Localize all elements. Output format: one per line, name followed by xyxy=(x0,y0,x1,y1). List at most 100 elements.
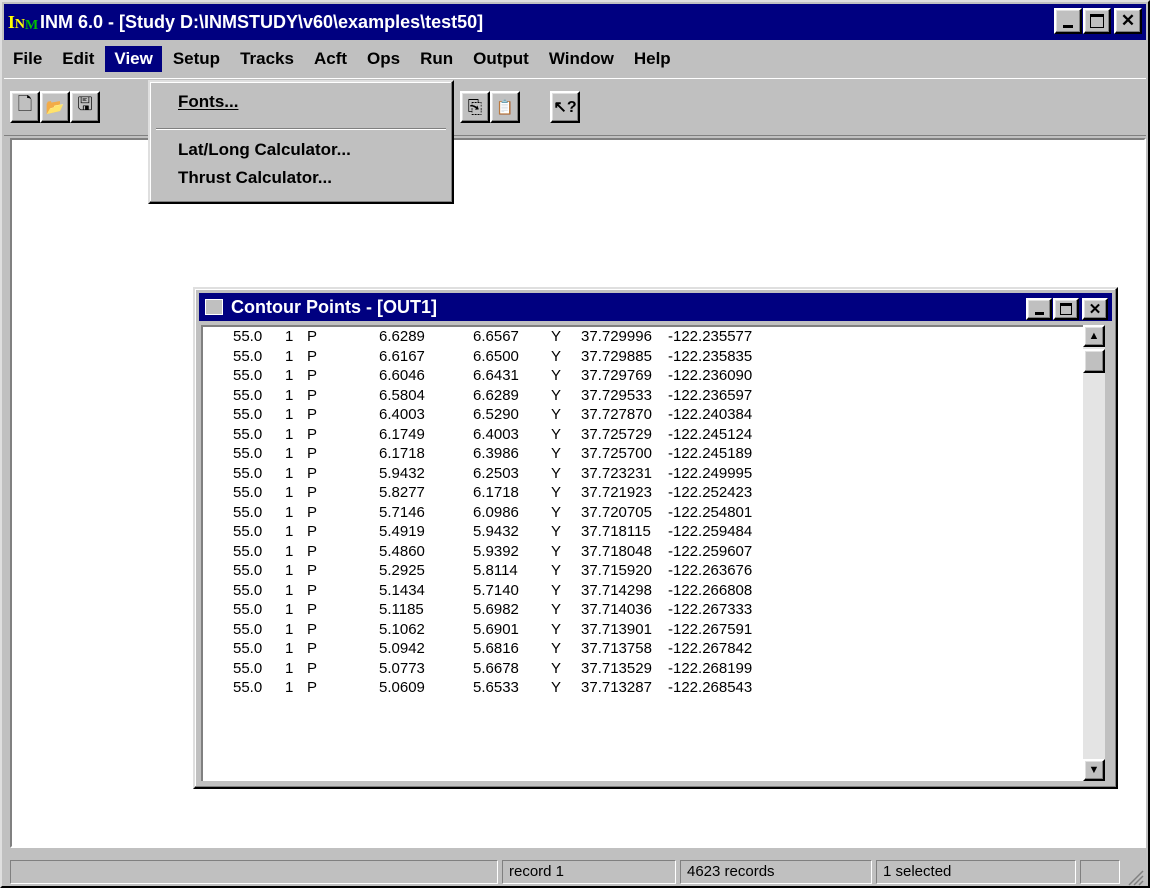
menu-file[interactable]: File xyxy=(4,46,51,72)
table-row[interactable]: 55.0 1 P 5.2925 5.8114 Y 37.715920 -122.263676 xyxy=(203,561,1083,581)
table-row[interactable]: 55.0 1 P 6.6289 6.6567 Y 37.729996 -122.235577 xyxy=(203,327,1083,347)
table-cell: 1 xyxy=(285,425,294,443)
table-row[interactable]: 55.0 1 P 5.0609 5.6533 Y 37.713287 -122.268543 xyxy=(203,678,1083,698)
open-button[interactable]: 📂 xyxy=(40,91,70,123)
vertical-scrollbar[interactable]: ▲ ▼ xyxy=(1083,325,1105,781)
table-row[interactable]: 55.0 1 P 5.1434 5.7140 Y 37.714298 -122.266808 xyxy=(203,581,1083,601)
menu-acft[interactable]: Acft xyxy=(305,46,356,72)
contour-points-window: Contour Points - [OUT1] ✕ 55.0 1 P 6.6289 6.… xyxy=(193,287,1118,789)
table-cell: 5.6982 xyxy=(473,601,519,618)
table-row[interactable]: 55.0 1 P 6.6167 6.6500 Y 37.729885 -122.235835 xyxy=(203,347,1083,367)
table-cell: Y xyxy=(551,542,562,560)
document-window-icon[interactable] xyxy=(205,299,223,315)
paste-button[interactable]: 📋 xyxy=(490,91,520,123)
status-bar: record 1 4623 records 1 selected xyxy=(4,854,1146,888)
table-cell: Y xyxy=(551,679,562,696)
status-record-text: record 1 xyxy=(509,863,565,880)
table-row[interactable]: 55.0 1 P 5.0942 5.6816 Y 37.713758 -122.267842 xyxy=(203,639,1083,659)
menu-help[interactable]: Help xyxy=(625,46,680,72)
table-cell: P xyxy=(307,328,318,345)
table-cell: 55.0 xyxy=(233,484,263,501)
title-bar[interactable]: INM INM 6.0 - [Study D:\INMSTUDY\v60\exa… xyxy=(4,4,1146,40)
menu-item-thrust-calculator[interactable]: Thrust Calculator... xyxy=(178,168,332,188)
copy-button[interactable]: ⎘ xyxy=(460,91,490,123)
maximize-button[interactable] xyxy=(1083,8,1111,34)
menu-item-latlong-calculator[interactable]: Lat/Long Calculator... xyxy=(178,140,351,160)
table-cell: 5.0609 xyxy=(379,679,425,696)
save-button[interactable]: 🖫 xyxy=(70,91,100,123)
table-row[interactable]: 55.0 1 P 6.1749 6.4003 Y 37.725729 -122.245124 xyxy=(203,425,1083,445)
contour-window-title-bar[interactable]: Contour Points - [OUT1] ✕ xyxy=(199,293,1112,321)
table-cell: 37.729885 xyxy=(581,347,652,365)
table-cell: 6.6567 xyxy=(473,328,519,345)
table-row[interactable]: 55.0 1 P 6.6046 6.6431 Y 37.729769 -122.236090 xyxy=(203,366,1083,386)
table-cell: 6.2503 xyxy=(473,464,519,482)
scroll-thumb[interactable] xyxy=(1083,349,1105,373)
table-row[interactable]: 55.0 1 P 5.4919 5.9432 Y 37.718115 -122.259484 xyxy=(203,522,1083,542)
table-cell: -122.235835 xyxy=(668,347,753,365)
menu-setup[interactable]: Setup xyxy=(164,46,229,72)
table-row[interactable]: 55.0 1 P 5.0773 5.6678 Y 37.713529 -122.268199 xyxy=(203,659,1083,679)
table-cell: 6.1718 xyxy=(473,484,519,501)
table-cell: Y xyxy=(551,425,562,443)
table-cell: 1 xyxy=(285,445,294,462)
table-cell: 1 xyxy=(285,484,294,501)
menu-item-fonts-label: Fonts... xyxy=(178,92,239,111)
menu-help-label: Help xyxy=(633,49,671,68)
table-row[interactable]: 55.0 1 P 5.7146 6.0986 Y 37.720705 -122.254801 xyxy=(203,503,1083,523)
minimize-icon xyxy=(1063,24,1073,28)
table-row[interactable]: 55.0 1 P 6.5804 6.6289 Y 37.729533 -122.236597 xyxy=(203,386,1083,406)
table-row[interactable]: 55.0 1 P 6.1718 6.3986 Y 37.725700 -122.245189 xyxy=(203,444,1083,464)
new-file-button[interactable]: 🗋 xyxy=(10,91,40,123)
menu-output[interactable]: Output xyxy=(464,46,538,72)
table-cell: Y xyxy=(551,640,562,657)
contour-points-list[interactable]: 55.0 1 P 6.6289 6.6567 Y 37.729996 -122.235577 5… xyxy=(201,325,1083,781)
table-cell: 37.723231 xyxy=(581,464,652,482)
menu-item-fonts[interactable]: Fonts... xyxy=(178,92,238,112)
menu-edit[interactable]: Edit xyxy=(53,46,103,72)
table-cell: 37.714298 xyxy=(581,581,652,599)
table-row[interactable]: 55.0 1 P 5.4860 5.9392 Y 37.718048 -122.259607 xyxy=(203,542,1083,562)
scroll-down-button[interactable]: ▼ xyxy=(1083,759,1105,781)
child-minimize-button[interactable] xyxy=(1026,298,1052,320)
table-cell: 37.714036 xyxy=(581,601,652,618)
close-button[interactable]: ✕ xyxy=(1114,8,1142,34)
child-close-button[interactable]: ✕ xyxy=(1082,298,1108,320)
table-cell: Y xyxy=(551,386,562,404)
minimize-button[interactable] xyxy=(1054,8,1082,34)
child-maximize-button[interactable] xyxy=(1053,298,1079,320)
menu-ops[interactable]: Ops xyxy=(358,46,409,72)
table-cell: Y xyxy=(551,620,562,638)
menu-tracks[interactable]: Tracks xyxy=(231,46,303,72)
table-cell: P xyxy=(307,542,318,560)
table-cell: 5.6678 xyxy=(473,659,519,677)
table-cell: 37.721923 xyxy=(581,484,652,501)
context-help-button[interactable]: ↖? xyxy=(550,91,580,123)
status-count-text: 4623 records xyxy=(687,863,775,880)
menu-window[interactable]: Window xyxy=(540,46,623,72)
table-cell: 55.0 xyxy=(233,503,263,521)
inm-logo-icon[interactable]: INM xyxy=(8,9,38,35)
table-cell: 55.0 xyxy=(233,386,263,404)
table-row[interactable]: 55.0 1 P 5.9432 6.2503 Y 37.723231 -122.249995 xyxy=(203,464,1083,484)
scroll-up-button[interactable]: ▲ xyxy=(1083,325,1105,347)
resize-grip-icon[interactable] xyxy=(1124,866,1144,886)
table-cell: 6.1749 xyxy=(379,425,425,443)
table-cell: -122.245124 xyxy=(668,425,753,443)
table-row[interactable]: 55.0 1 P 6.4003 6.5290 Y 37.727870 -122.240384 xyxy=(203,405,1083,425)
table-cell: Y xyxy=(551,328,562,345)
table-row[interactable]: 55.0 1 P 5.8277 6.1718 Y 37.721923 -122.252423 xyxy=(203,483,1083,503)
table-cell: 5.1434 xyxy=(379,581,425,599)
table-row[interactable]: 55.0 1 P 5.1062 5.6901 Y 37.713901 -122.267591 xyxy=(203,620,1083,640)
menu-ops-label: Ops xyxy=(367,49,401,68)
table-cell: 6.3986 xyxy=(473,445,519,462)
table-row[interactable]: 55.0 1 P 5.1185 5.6982 Y 37.714036 -122.267333 xyxy=(203,600,1083,620)
window-title: INM 6.0 - [Study D:\INMSTUDY\v60\example… xyxy=(40,11,484,32)
table-cell: -122.259484 xyxy=(668,523,753,540)
table-cell: 6.5290 xyxy=(473,406,519,423)
status-selected-text: 1 selected xyxy=(883,863,952,880)
menu-run[interactable]: Run xyxy=(411,46,462,72)
table-cell: 55.0 xyxy=(233,581,263,599)
table-cell: 55.0 xyxy=(233,601,263,618)
menu-view[interactable]: View xyxy=(105,46,162,72)
